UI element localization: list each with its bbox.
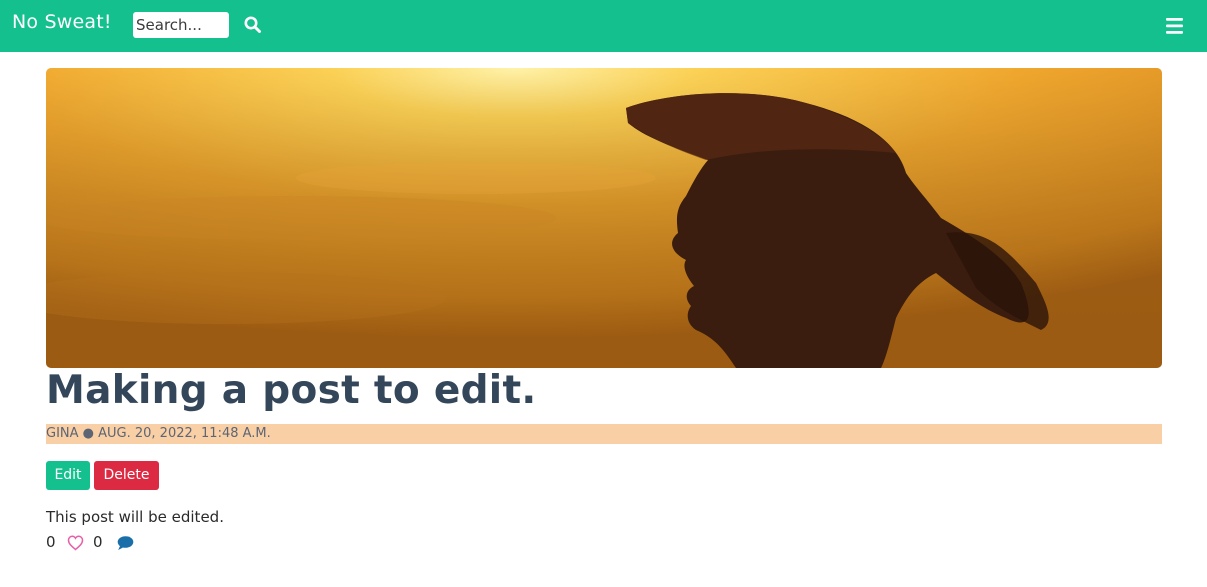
brand-logo[interactable]: No Sweat! [12,11,112,33]
hamburger-menu-icon[interactable] [1164,15,1186,37]
comment-icon[interactable] [117,535,134,551]
post-hero-image [46,68,1162,368]
post-meta: GINA ● AUG. 20, 2022, 11:48 A.M. [46,424,1162,444]
edit-button[interactable]: Edit [46,461,90,490]
post-body: This post will be edited. [46,508,224,526]
like-count: 0 [46,533,56,551]
heart-outline-icon[interactable] [67,535,84,551]
search-icon[interactable] [243,15,263,35]
post-title: Making a post to edit. [46,368,537,413]
delete-button[interactable]: Delete [94,461,159,490]
search-input[interactable] [133,12,229,38]
navbar: No Sweat! [0,0,1207,52]
comment-count: 0 [93,533,103,551]
